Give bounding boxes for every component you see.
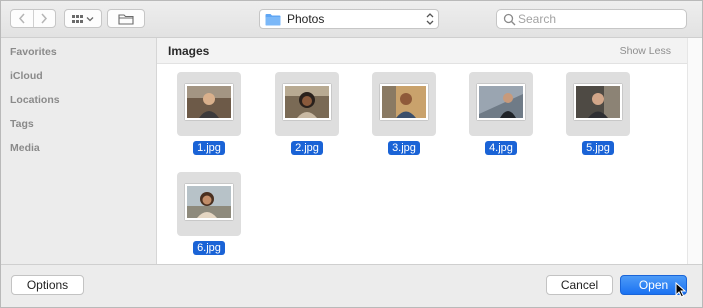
file-name: 5.jpg	[582, 141, 614, 155]
view-options-button[interactable]	[64, 9, 102, 28]
sidebar-section-media[interactable]: Media	[10, 142, 40, 154]
file-name: 2.jpg	[291, 141, 323, 155]
group-title: Images	[168, 44, 210, 58]
sidebar-section-locations[interactable]: Locations	[10, 94, 60, 106]
photo-thumbnail	[574, 84, 622, 120]
photo-thumbnail	[283, 84, 331, 120]
mouse-cursor-icon	[675, 282, 687, 298]
icon-grid-view-icon	[72, 14, 94, 23]
thumbnail	[566, 72, 630, 136]
forward-button[interactable]	[32, 10, 56, 27]
thumbnail	[275, 72, 339, 136]
location-label: Photos	[287, 12, 325, 26]
photo-thumbnail	[185, 184, 233, 220]
thumbnail	[469, 72, 533, 136]
folder-icon	[265, 13, 281, 25]
nav-buttons	[10, 9, 56, 28]
bottom-bar: Options Cancel Open	[1, 264, 702, 307]
file-name: 6.jpg	[193, 241, 225, 255]
file-name: 4.jpg	[485, 141, 517, 155]
search-field[interactable]	[496, 9, 687, 29]
thumbnail	[177, 172, 241, 236]
photo-thumbnail	[380, 84, 428, 120]
thumbnail	[177, 72, 241, 136]
sidebar-section-tags[interactable]: Tags	[10, 118, 34, 130]
back-button[interactable]	[11, 10, 33, 27]
sidebar-section-icloud[interactable]: iCloud	[10, 70, 43, 82]
file-open-dialog: Photos Favorites iCloud Locations Tags M…	[0, 0, 703, 308]
file-item-4[interactable]: 4.jpg	[469, 72, 533, 155]
toolbar: Photos	[1, 1, 702, 38]
file-item-1[interactable]: 1.jpg	[177, 72, 241, 155]
file-browser: Images Show Less 1.jpg 2.jpg 3.jpg 4.jpg…	[156, 38, 687, 264]
show-less-link[interactable]: Show Less	[620, 45, 671, 57]
file-item-5[interactable]: 5.jpg	[566, 72, 630, 155]
options-button[interactable]: Options	[11, 275, 84, 295]
file-item-6[interactable]: 6.jpg	[177, 172, 241, 255]
photo-thumbnail	[477, 84, 525, 120]
file-item-3[interactable]: 3.jpg	[372, 72, 436, 155]
location-popup[interactable]: Photos	[259, 9, 439, 29]
chevron-right-icon	[41, 13, 48, 24]
thumbnail	[372, 72, 436, 136]
new-folder-button[interactable]	[107, 9, 145, 28]
cancel-button[interactable]: Cancel	[546, 275, 613, 295]
file-name: 1.jpg	[193, 141, 225, 155]
search-input[interactable]	[518, 12, 678, 26]
file-item-2[interactable]: 2.jpg	[275, 72, 339, 155]
group-header: Images Show Less	[157, 38, 687, 64]
photo-thumbnail	[185, 84, 233, 120]
sidebar: Favorites iCloud Locations Tags Media	[1, 38, 156, 264]
sidebar-section-favorites[interactable]: Favorites	[10, 46, 57, 58]
chevron-updown-icon	[426, 13, 434, 25]
chevron-left-icon	[18, 13, 25, 24]
scrollbar[interactable]	[687, 38, 702, 264]
new-folder-icon	[118, 13, 134, 25]
search-icon	[503, 13, 516, 25]
file-name: 3.jpg	[388, 141, 420, 155]
